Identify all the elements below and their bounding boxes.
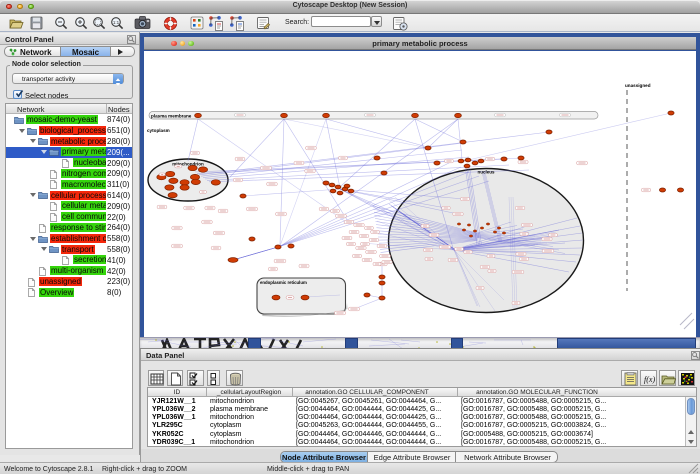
svg-text:nucleus: nucleus [477, 170, 495, 175]
svg-text:f(x): f(x) [644, 375, 655, 384]
svg-text:endoplasmic reticulum: endoplasmic reticulum [260, 280, 307, 285]
svg-text:cytoplasm: cytoplasm [147, 128, 170, 133]
svg-text:1:1: 1:1 [113, 20, 120, 25]
svg-text:unassigned: unassigned [625, 83, 651, 88]
svg-text:plasma membrane: plasma membrane [151, 114, 192, 119]
